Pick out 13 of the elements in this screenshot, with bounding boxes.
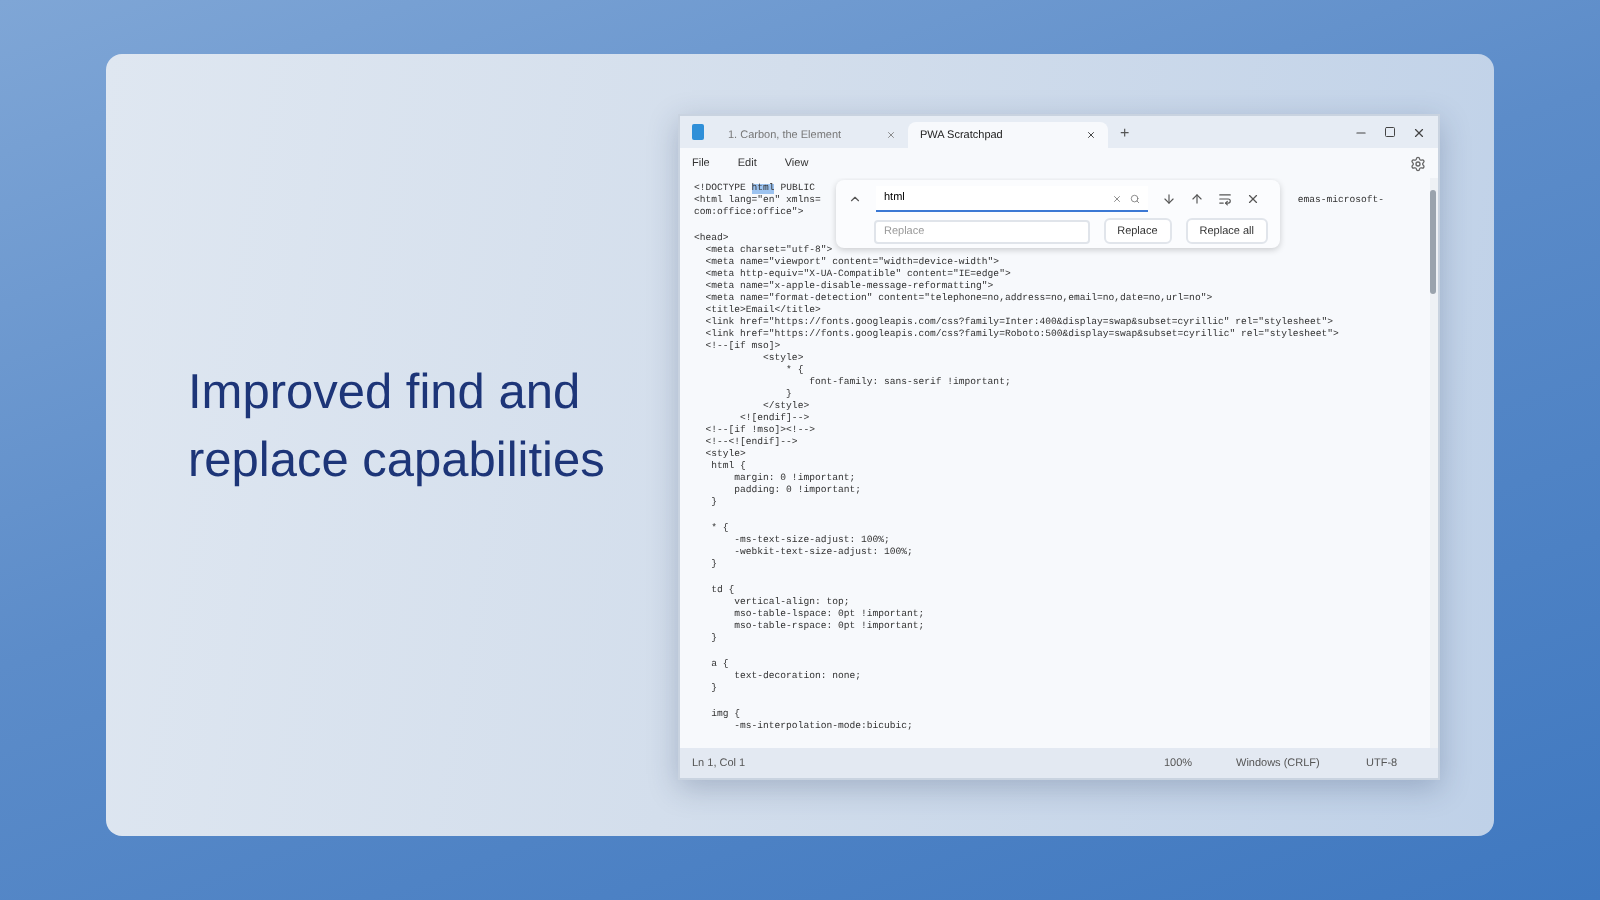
slide-heading: Improved find and replace capabilities (188, 363, 607, 491)
settings-icon[interactable] (1410, 155, 1426, 171)
new-tab-button[interactable]: + (1120, 124, 1130, 142)
search-icon[interactable] (1130, 194, 1140, 204)
arrow-down-icon[interactable] (1162, 192, 1176, 206)
chevron-up-icon[interactable] (848, 192, 862, 206)
arrow-up-icon[interactable] (1190, 192, 1204, 206)
scrollbar-thumb[interactable] (1430, 190, 1436, 294)
maximize-icon[interactable] (1384, 125, 1396, 137)
close-icon[interactable] (1412, 125, 1426, 139)
wrap-text-icon[interactable] (1218, 192, 1232, 206)
notepad-icon (692, 124, 704, 140)
close-icon[interactable] (1246, 192, 1260, 206)
